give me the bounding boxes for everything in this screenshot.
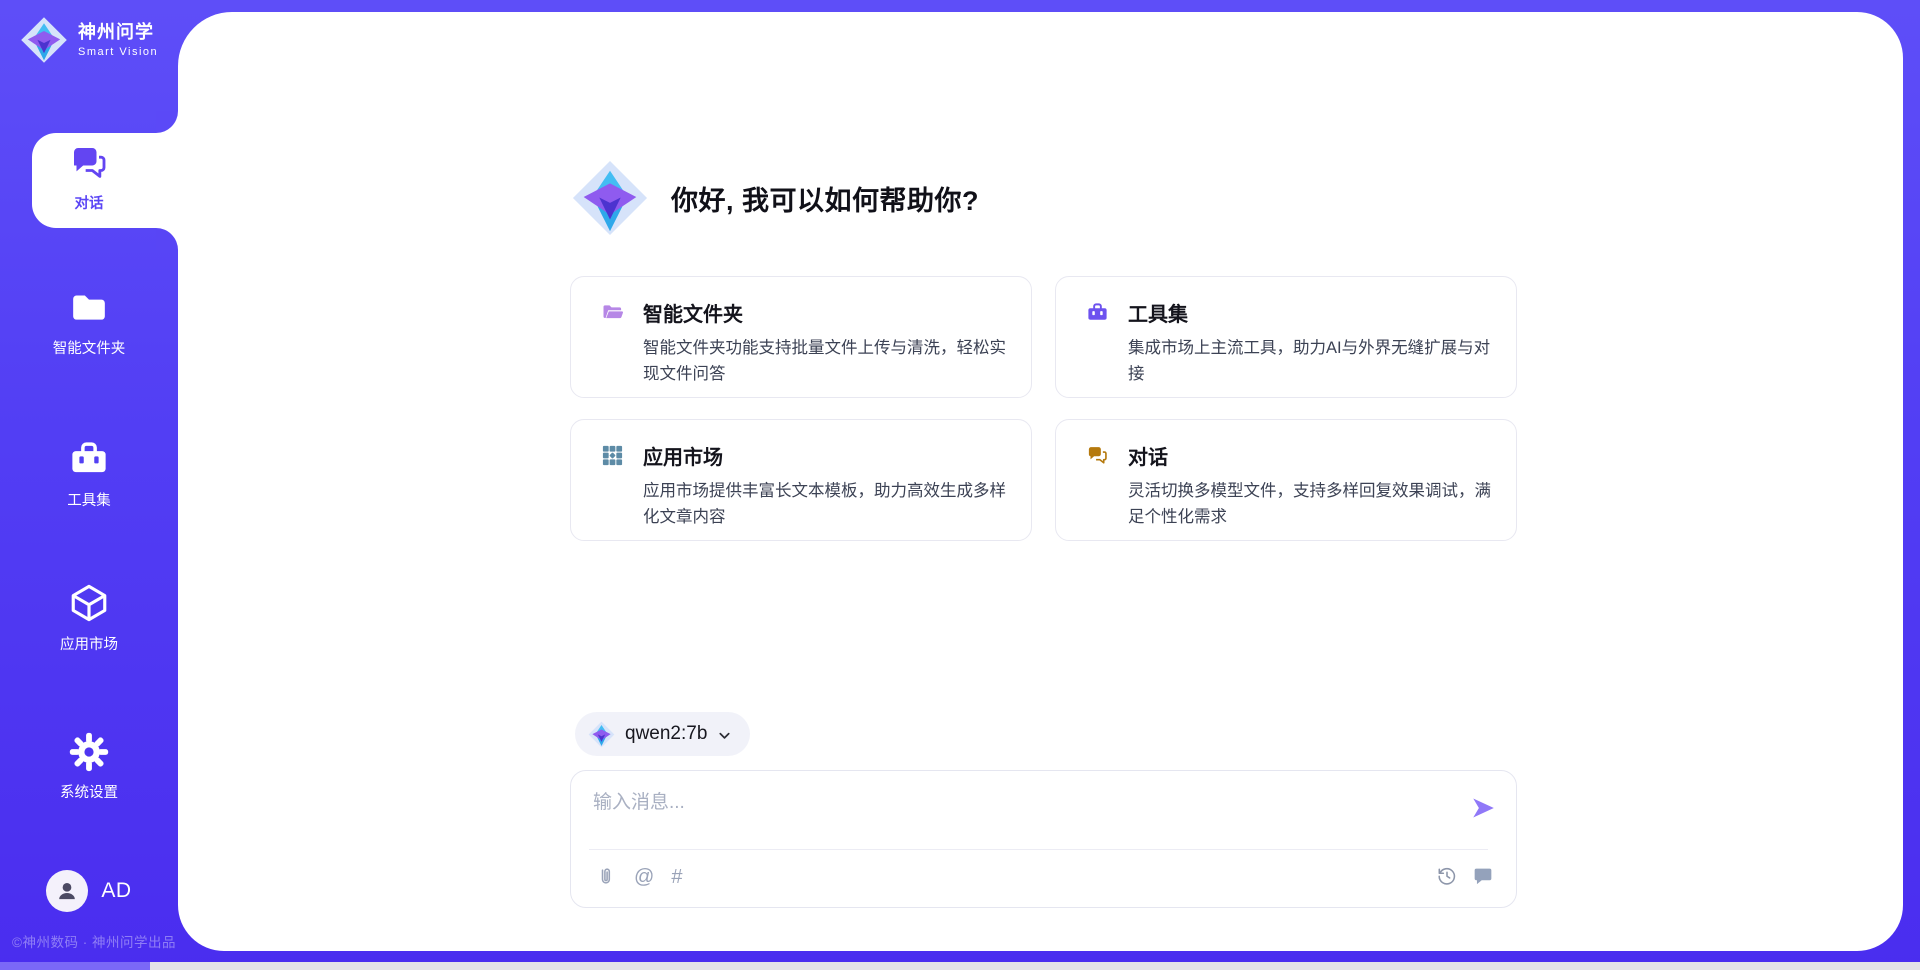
avatar xyxy=(46,870,88,912)
paperclip-icon[interactable] xyxy=(595,866,617,888)
history-icon[interactable] xyxy=(1436,865,1458,887)
sidebar-item-folders[interactable]: 智能文件夹 xyxy=(0,288,178,358)
sidebar-footer-text: ©神州数码 · 神州问学出品 xyxy=(12,931,176,951)
chevron-down-icon xyxy=(717,728,732,743)
sidebar-item-label: 智能文件夹 xyxy=(53,337,126,358)
folder-icon xyxy=(69,288,109,328)
chat-icon xyxy=(69,143,109,183)
brand-diamond-icon xyxy=(20,16,68,64)
grid-icon xyxy=(601,444,625,468)
composer-left-tools: @ # xyxy=(595,865,682,889)
user-initials: AD xyxy=(101,879,131,903)
sidebar-item-label: 应用市场 xyxy=(60,633,118,654)
sidebar-item-settings[interactable]: 系统设置 xyxy=(0,732,178,802)
greeting-block: 你好, 我可以如何帮助你? xyxy=(571,159,979,237)
greeting-title: 你好, 我可以如何帮助你? xyxy=(671,179,979,218)
brand-name: 神州问学 xyxy=(78,22,158,44)
tab-curve-top xyxy=(156,111,178,133)
card-title: 智能文件夹 xyxy=(643,298,743,327)
card-toolset[interactable]: 工具集 集成市场上主流工具，助力AI与外界无缝扩展与对接 xyxy=(1055,276,1517,398)
toolbox-icon xyxy=(1086,301,1110,325)
bottom-strip-purple xyxy=(0,962,150,970)
message-input[interactable] xyxy=(593,787,1443,841)
sidebar-item-label: 系统设置 xyxy=(60,781,118,802)
brand-diamond-icon xyxy=(588,721,615,748)
card-title: 对话 xyxy=(1128,441,1168,470)
chat-bubble-icon[interactable] xyxy=(1472,865,1494,887)
feature-cards: 智能文件夹 智能文件夹功能支持批量文件上传与清洗，轻松实现文件问答 工具集 集成… xyxy=(570,276,1517,541)
cube-icon xyxy=(68,582,110,624)
card-description: 智能文件夹功能支持批量文件上传与清洗，轻松实现文件问答 xyxy=(643,336,1007,387)
tab-curve-bottom xyxy=(156,228,178,250)
at-icon[interactable]: @ xyxy=(634,865,654,889)
message-composer: @ # xyxy=(570,770,1517,908)
card-title: 工具集 xyxy=(1128,298,1188,327)
card-title: 应用市场 xyxy=(643,441,723,470)
sidebar-item-label: 工具集 xyxy=(67,489,111,510)
brand-diamond-icon xyxy=(571,159,649,237)
app-root: { "brand": { "name": "神州问学", "subtitle":… xyxy=(0,0,1920,970)
card-app-market[interactable]: 应用市场 应用市场提供丰富长文本模板，助力高效生成多样化文章内容 xyxy=(570,419,1032,541)
composer-divider xyxy=(589,849,1488,850)
model-selector[interactable]: qwen2:7b xyxy=(575,712,750,756)
folder-icon xyxy=(601,301,625,325)
brand-subtitle: Smart Vision xyxy=(78,46,158,58)
gear-icon xyxy=(69,732,109,772)
composer-right-tools xyxy=(1436,865,1494,887)
sidebar-item-label: 对话 xyxy=(75,192,104,213)
brand-logo: 神州问学 Smart Vision xyxy=(20,16,158,64)
user-profile[interactable]: AD xyxy=(0,870,178,912)
main-panel: 你好, 我可以如何帮助你? 智能文件夹 智能文件夹功能支持批量文件上传与清洗，轻… xyxy=(178,12,1903,951)
sidebar-item-chat[interactable]: 对话 xyxy=(10,143,168,213)
hash-icon[interactable]: # xyxy=(671,865,682,889)
card-description: 应用市场提供丰富长文本模板，助力高效生成多样化文章内容 xyxy=(643,479,1007,530)
card-description: 灵活切换多模型文件，支持多样回复效果调试，满足个性化需求 xyxy=(1128,479,1492,530)
sidebar-item-tools[interactable]: 工具集 xyxy=(0,438,178,510)
sidebar-item-market[interactable]: 应用市场 xyxy=(0,582,178,654)
card-chat[interactable]: 对话 灵活切换多模型文件，支持多样回复效果调试，满足个性化需求 xyxy=(1055,419,1517,541)
person-icon xyxy=(54,878,80,904)
card-smart-folders[interactable]: 智能文件夹 智能文件夹功能支持批量文件上传与清洗，轻松实现文件问答 xyxy=(570,276,1032,398)
card-description: 集成市场上主流工具，助力AI与外界无缝扩展与对接 xyxy=(1128,336,1492,387)
bottom-strip-gray xyxy=(150,962,1920,970)
model-name: qwen2:7b xyxy=(625,723,707,745)
send-icon[interactable] xyxy=(1470,795,1496,821)
toolbox-icon xyxy=(68,438,110,480)
chat-icon xyxy=(1086,444,1110,468)
